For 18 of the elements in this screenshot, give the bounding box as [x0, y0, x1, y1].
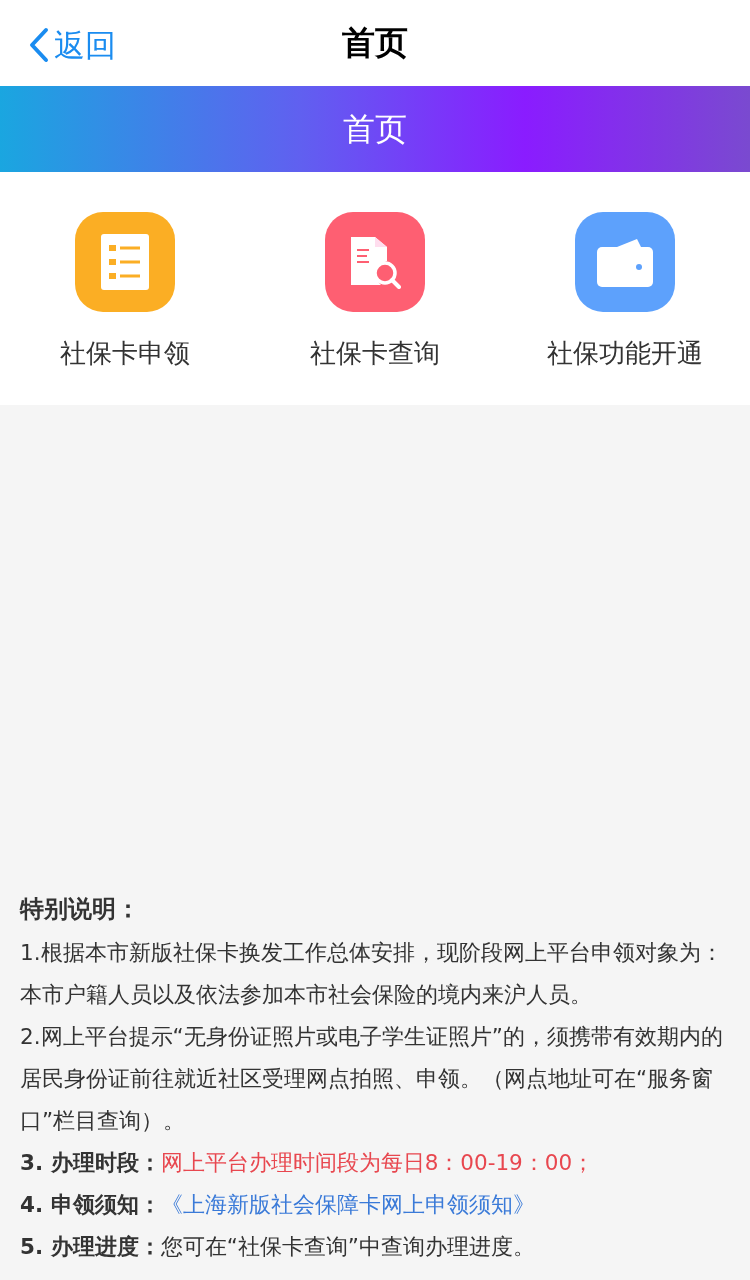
list-icon [101, 234, 149, 290]
notes-paragraph: 2.网上平台提示“无身份证照片或电子学生证照片”的，须携带有效期内的居民身份证前往就近社区受理网点拍照、申领。（网点地址可在“服务窗口”栏目查询）。 [20, 1023, 724, 1135]
notes-item-label: 3. 办理时段： [20, 1149, 161, 1177]
notes-item-text: 您可在“社保卡查询”中查询办理进度。 [160, 1233, 535, 1261]
notes-item-label: 5. 办理进度： [20, 1233, 161, 1261]
document-search-icon [349, 235, 401, 289]
notes-item-text: 网上平台办理时间段为每日8：00-19：00； [160, 1149, 595, 1177]
page-title: 首页 [342, 22, 408, 65]
service-button[interactable]: 社保功能开通 [500, 212, 750, 405]
wallet-icon [597, 237, 653, 287]
notes-paragraph: 1.根据本市新版社保卡换发工作总体安排，现阶段网上平台申领对象为：本市户籍人员以及依法参加本市社会保险的境内来沪人员。 [20, 939, 724, 1009]
chevron-left-icon [28, 27, 50, 64]
service-button[interactable]: 社保卡查询 [250, 212, 500, 405]
banner-title: 首页 [343, 109, 407, 150]
notice-link[interactable]: 《上海新版社会保障卡网上申领须知》 [160, 1184, 535, 1226]
notes-title: 特别说明： [20, 894, 141, 925]
notes-item-label: 4. 申领须知： [20, 1191, 161, 1219]
service-button[interactable]: 社保卡申领 [0, 212, 250, 405]
